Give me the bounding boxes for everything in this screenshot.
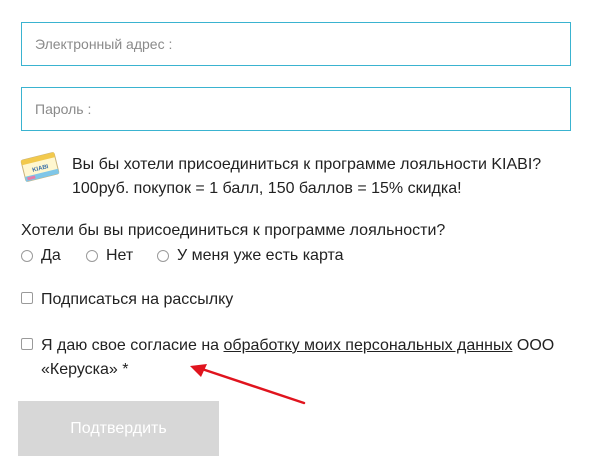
consent-prefix: Я даю свое согласие на — [41, 337, 224, 354]
radio-have-card-label: У меня уже есть карта — [177, 247, 344, 264]
radio-have-card[interactable]: У меня уже есть карта — [157, 246, 344, 266]
loyalty-question-label: Хотели бы вы присоединиться к программе … — [21, 222, 446, 239]
newsletter-checkbox[interactable] — [21, 292, 33, 304]
email-field[interactable] — [21, 22, 571, 66]
newsletter-label: Подписаться на рассылку — [41, 291, 234, 308]
radio-no-circle[interactable] — [86, 250, 98, 262]
registration-form: KIABI Вы бы хотели присоединиться к прог… — [0, 0, 591, 467]
radio-have-card-circle[interactable] — [157, 250, 169, 262]
loyalty-promo-line-1: Вы бы хотели присоединиться к программе … — [72, 156, 542, 173]
radio-yes-circle[interactable] — [21, 250, 33, 262]
submit-button[interactable]: Подтвердить — [18, 401, 219, 456]
radio-yes[interactable]: Да — [21, 246, 61, 266]
loyalty-promo-line-2: 100руб. покупок = 1 балл, 150 баллов = 1… — [72, 180, 462, 197]
consent-checkbox[interactable] — [21, 338, 33, 350]
radio-no-label: Нет — [106, 247, 134, 264]
radio-yes-label: Да — [41, 247, 61, 264]
password-field[interactable] — [21, 87, 571, 131]
loyalty-card-icon: KIABI — [20, 152, 60, 182]
radio-no[interactable]: Нет — [86, 246, 133, 266]
loyalty-promo-text: Вы бы хотели присоединиться к программе … — [72, 153, 572, 201]
personal-data-link[interactable]: обработку моих персональных данных — [224, 337, 513, 354]
newsletter-option[interactable]: Подписаться на рассылку — [21, 288, 233, 312]
